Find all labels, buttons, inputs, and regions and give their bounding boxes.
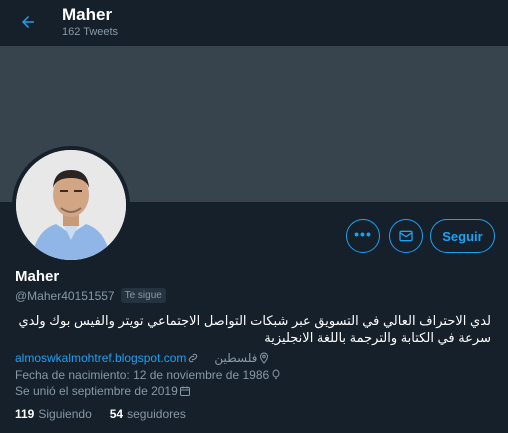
follow-button[interactable]: Seguir	[430, 219, 495, 253]
followers-link[interactable]: 54 seguidores	[110, 407, 186, 421]
envelope-icon	[399, 230, 413, 242]
follow-stats: 119 Siguiendo 54 seguidores	[15, 407, 204, 421]
profile-handle: @Maher40151557	[15, 288, 115, 303]
following-count: 119	[15, 407, 35, 421]
back-button[interactable]	[14, 8, 42, 36]
more-options-button[interactable]: •••	[346, 219, 380, 253]
birth-text: Fecha de nacimiento: 12 de noviembre de …	[15, 368, 270, 382]
followers-label: seguidores	[127, 407, 186, 421]
more-icon: •••	[354, 226, 372, 242]
message-button[interactable]	[389, 219, 423, 253]
link-icon	[186, 351, 200, 365]
following-link[interactable]: 119 Siguiendo	[15, 407, 92, 421]
profile-bio: لدي الاحتراف العالي في التسويق عبر شبكات…	[18, 313, 491, 345]
avatar-photo	[16, 150, 126, 260]
avatar[interactable]	[12, 146, 130, 264]
website-link[interactable]: almoswkalmohtref.blogspot.com	[15, 351, 186, 365]
location-text: فلسطين	[214, 351, 258, 365]
meta-birth: Fecha de nacimiento: 12 de noviembre de …	[15, 368, 283, 382]
header-name: Maher	[62, 5, 113, 24]
arrow-left-icon	[22, 16, 34, 28]
following-label: Siguiendo	[38, 407, 92, 421]
profile-header: Maher 162 Tweets	[0, 0, 508, 46]
meta-joined: Se unió el septiembre de 2019	[15, 384, 192, 398]
meta-location-website: almoswkalmohtref.blogspot.com فلسطين	[15, 351, 271, 365]
joined-text: Se unió el septiembre de 2019	[15, 384, 178, 398]
followers-count: 54	[109, 407, 124, 421]
header-tweet-count: 162 Tweets	[62, 26, 119, 38]
handle-row: @Maher40151557 Te sigue	[15, 288, 166, 303]
follows-you-badge: Te sigue	[120, 288, 166, 303]
profile-name: Maher	[15, 268, 60, 285]
balloon-icon	[269, 368, 283, 382]
calendar-icon	[178, 384, 192, 398]
location-pin-icon	[257, 351, 271, 365]
